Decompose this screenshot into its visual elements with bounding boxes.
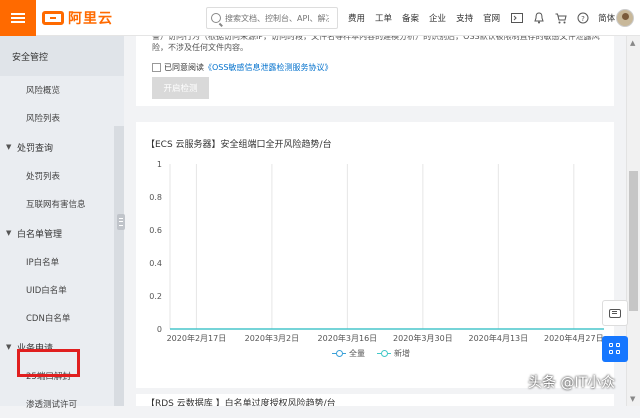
- page-scrollbar[interactable]: ▲ ▼: [626, 36, 640, 406]
- nav-fees[interactable]: 费用: [348, 12, 365, 24]
- cart-icon[interactable]: [554, 11, 568, 25]
- top-bar: 阿里云 费用 工单 备案 企业 支持 官网 ? 简体: [0, 0, 640, 36]
- y-tick-label: 0.2: [149, 292, 162, 301]
- x-tick-label: 2020年4月27日: [544, 333, 604, 343]
- x-tick-label: 2020年3月30日: [393, 333, 453, 343]
- sidebar-group-label: 白名单管理: [17, 227, 62, 240]
- bell-icon[interactable]: [532, 11, 546, 25]
- sidebar-item-pentest-permit[interactable]: 渗透测试许可: [0, 390, 124, 418]
- apps-button[interactable]: [602, 336, 628, 362]
- y-tick-label: 0: [157, 325, 162, 334]
- nav-support[interactable]: 支持: [456, 12, 473, 24]
- highlight-box: [17, 349, 80, 377]
- sidebar-item-cdn-whitelist[interactable]: CDN白名单: [0, 304, 124, 332]
- notice-text: 警）访问行为（根据访问来源IP，访问时段，文件名等样本内容的建模分析）的识别后，…: [152, 36, 612, 53]
- x-tick-label: 2020年4月13日: [469, 333, 529, 343]
- legend-swatch: [377, 350, 391, 358]
- sidebar-item-harmful-info[interactable]: 互联网有害信息: [0, 190, 124, 218]
- sidebar-group-penalty-query[interactable]: ▼ 处罚查询: [0, 132, 124, 162]
- chat-button[interactable]: [602, 300, 628, 326]
- x-tick-label: 2020年2月17日: [167, 333, 227, 343]
- next-section-title: 【RDS 云数据库 】白名单过度授权风险趋势/台: [146, 396, 336, 406]
- sidebar-section-title[interactable]: 安全管控: [0, 36, 124, 76]
- sidebar-item-ip-whitelist[interactable]: IP白名单: [0, 248, 124, 276]
- sidebar-item-risk-list[interactable]: 风险列表: [0, 104, 124, 132]
- sidebar-item-penalty-list[interactable]: 处罚列表: [0, 162, 124, 190]
- search-box[interactable]: [206, 7, 338, 29]
- nav-enterprise[interactable]: 企业: [429, 12, 446, 24]
- y-tick-label: 0.4: [149, 259, 162, 268]
- scroll-up-icon[interactable]: ▲: [630, 39, 635, 47]
- terminal-icon[interactable]: [510, 11, 524, 25]
- watermark: 头条 @IT小众: [528, 372, 615, 392]
- menu-icon[interactable]: [0, 0, 36, 36]
- nav-icp[interactable]: 备案: [402, 12, 419, 24]
- legend-label: 新增: [394, 348, 410, 359]
- aliyun-logo-icon: [42, 11, 64, 25]
- sidebar-item-risk-overview[interactable]: 风险概览: [0, 76, 124, 104]
- scroll-down-icon[interactable]: ▼: [630, 395, 635, 403]
- agree-checkbox[interactable]: [152, 63, 161, 72]
- sidebar-group-label: 处罚查询: [17, 141, 53, 154]
- aliyun-logo[interactable]: 阿里云: [42, 8, 113, 28]
- avatar[interactable]: [616, 9, 634, 27]
- top-nav: 费用 工单 备案 企业 支持 官网 ? 简体: [348, 0, 625, 36]
- y-tick-label: 0.6: [149, 226, 162, 235]
- caret-down-icon: ▼: [6, 343, 12, 351]
- start-detection-button[interactable]: 开启检测: [152, 77, 209, 99]
- agree-prefix: 已同意阅读: [164, 62, 204, 73]
- scroll-thumb[interactable]: [629, 171, 638, 311]
- sidebar-item-uid-whitelist[interactable]: UID白名单: [0, 276, 124, 304]
- sidebar-group-whitelist[interactable]: ▼ 白名单管理: [0, 218, 124, 248]
- legend-swatch: [332, 350, 346, 358]
- help-icon[interactable]: ?: [576, 11, 590, 25]
- apps-grid-icon: [609, 343, 621, 355]
- logo-text: 阿里云: [68, 8, 113, 28]
- x-tick-label: 2020年3月2日: [245, 333, 300, 343]
- chat-icon: [609, 309, 621, 318]
- search-input[interactable]: [225, 14, 329, 23]
- main-content: 警）访问行为（根据访问来源IP，访问时段，文件名等样本内容的建模分析）的识别后，…: [126, 36, 626, 406]
- search-icon: [211, 13, 221, 23]
- x-tick-label: 2020年3月16日: [318, 333, 378, 343]
- caret-down-icon: ▼: [6, 229, 12, 237]
- y-tick-label: 1: [157, 160, 162, 169]
- agreement-row: 已同意阅读 《OSS敏感信息泄露检测服务协议》: [152, 62, 332, 73]
- svg-text:?: ?: [581, 15, 585, 23]
- nav-tickets[interactable]: 工单: [375, 12, 392, 24]
- sidebar-scrollbar[interactable]: [114, 126, 124, 406]
- legend-label: 全量: [349, 348, 365, 359]
- legend-item-total[interactable]: 全量: [332, 348, 365, 359]
- chart-legend: 全量 新增: [332, 348, 422, 359]
- language-switch[interactable]: 简体: [598, 12, 615, 24]
- y-tick-label: 0.8: [149, 193, 162, 202]
- nav-official-site[interactable]: 官网: [483, 12, 500, 24]
- caret-down-icon: ▼: [6, 143, 12, 151]
- legend-item-new[interactable]: 新增: [377, 348, 410, 359]
- agreement-link[interactable]: 《OSS敏感信息泄露检测服务协议》: [204, 62, 332, 73]
- chart-title: 【ECS 云服务器】安全组端口全开风险趋势/台: [146, 137, 332, 150]
- sidebar-collapse-handle[interactable]: [117, 214, 125, 230]
